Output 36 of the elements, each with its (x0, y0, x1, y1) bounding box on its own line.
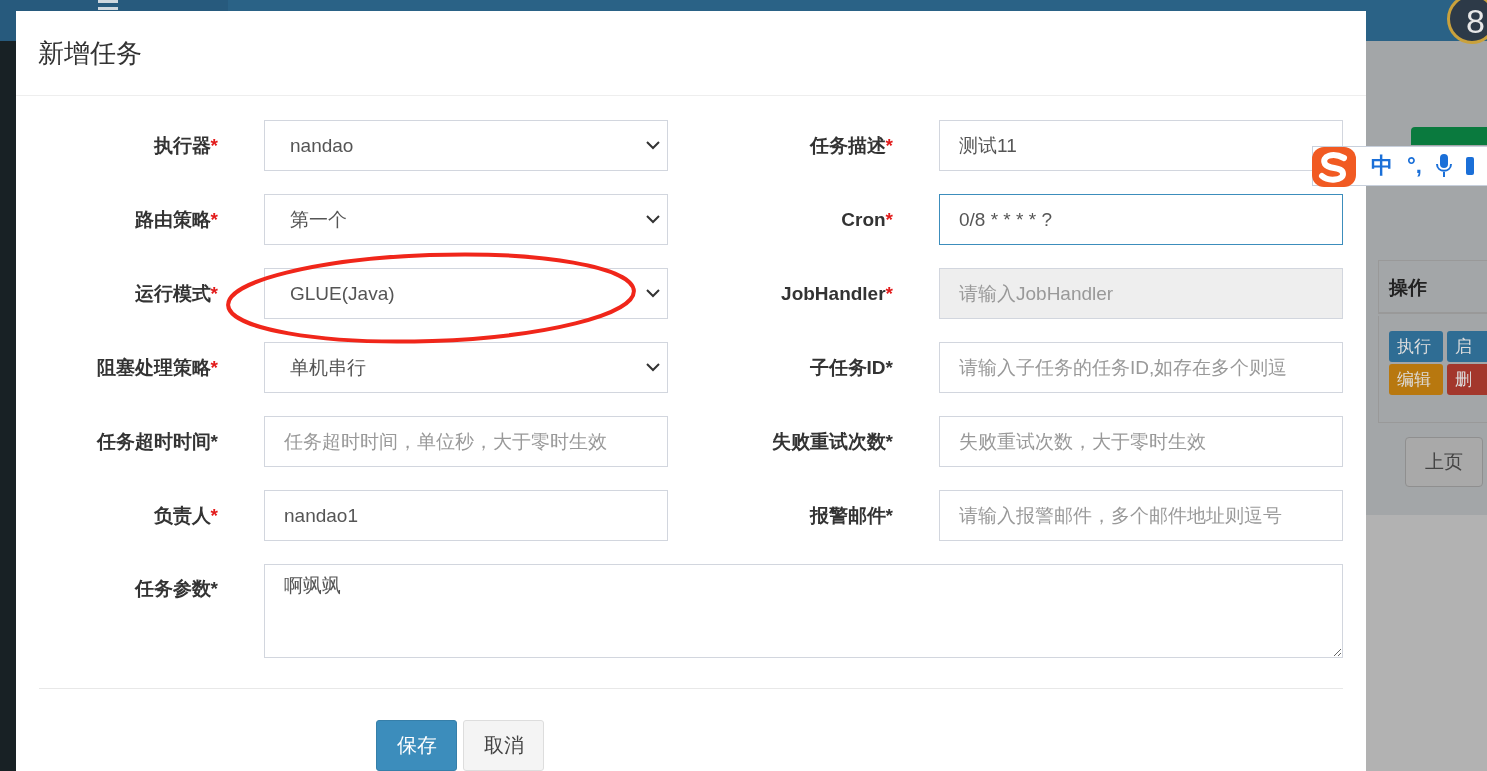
field-label: 执行器* (153, 133, 218, 158)
field-label: 任务超时时间* (96, 429, 218, 454)
save-button[interactable]: 保存 (376, 720, 457, 771)
field-label: 运行模式* (134, 281, 218, 306)
field-label: 任务描述* (809, 133, 893, 158)
ime-option[interactable]: 中 (1371, 151, 1393, 181)
field-label: 子任务ID* (809, 355, 893, 380)
field-label: 负责人* (153, 503, 218, 528)
select-field[interactable]: nandao (264, 120, 668, 171)
action-button[interactable]: 启 (1447, 331, 1487, 362)
input-field[interactable]: 请输入子任务的任务ID,如存在多个则逗 (939, 342, 1343, 393)
field-label: Cron* (841, 208, 893, 231)
select-field[interactable]: 单机串行 (264, 342, 668, 393)
action-button[interactable]: 删 (1447, 364, 1487, 395)
input-field[interactable]: 0/8 * * * * ? (939, 194, 1343, 245)
text-area[interactable]: 啊飒飒 (264, 564, 1343, 658)
badge: 8 (1447, 0, 1487, 44)
input-field[interactable]: 任务超时时间，单位秒，大于零时生效 (264, 416, 668, 467)
input-field[interactable]: 测试11 (939, 120, 1343, 171)
dialog-title: 新增任务 (38, 36, 142, 70)
input-field[interactable]: 请输入报警邮件，多个邮件地址则逗号 (939, 490, 1343, 541)
field-label: JobHandler* (781, 282, 893, 305)
field-label: 路由策略* (134, 207, 218, 232)
action-button[interactable]: 执行 (1389, 331, 1443, 362)
table-header: 操作 (1378, 260, 1487, 314)
ime-option[interactable]: °, (1407, 153, 1422, 179)
select-field[interactable]: 第一个 (264, 194, 668, 245)
field-label: 失败重试次数* (771, 429, 893, 454)
field-label: 报警邮件* (809, 503, 893, 528)
page-button[interactable]: 上页 (1405, 437, 1483, 487)
select-field[interactable]: GLUE(Java) (264, 268, 668, 319)
cancel-button[interactable]: 取消 (463, 720, 544, 771)
field-label: 任务参数* (134, 577, 218, 601)
field-label: 阻塞处理策略* (96, 355, 218, 380)
input-field[interactable]: nandao1 (264, 490, 668, 541)
input-field[interactable]: 失败重试次数，大于零时生效 (939, 416, 1343, 467)
